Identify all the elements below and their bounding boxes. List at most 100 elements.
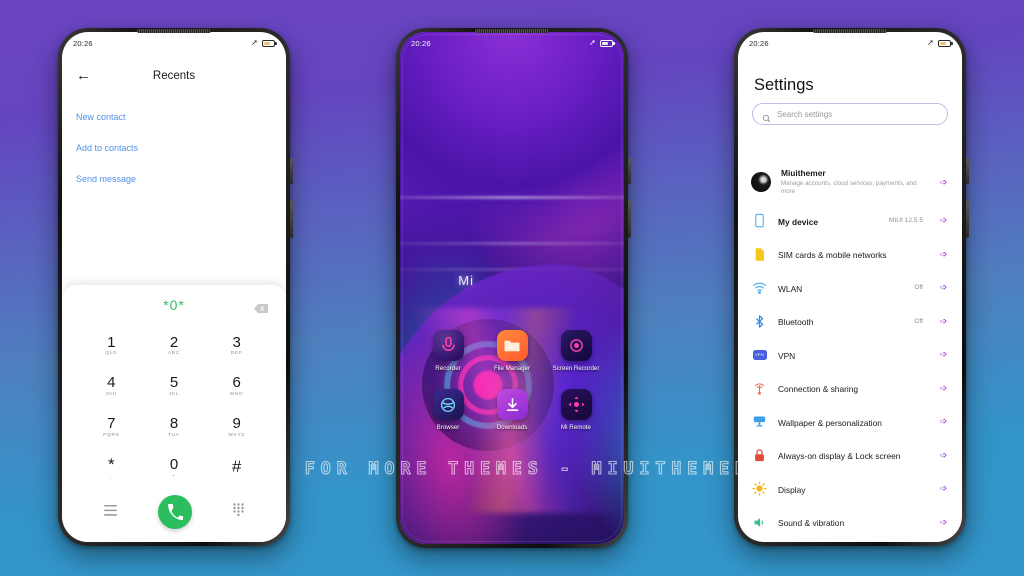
- account-name: Miuithemer: [781, 167, 826, 178]
- settings-label: My device: [778, 216, 819, 227]
- search-input[interactable]: Search settings: [777, 110, 832, 119]
- key-number: 5: [169, 374, 179, 392]
- key-sublabel: +: [172, 473, 176, 479]
- volume-button[interactable]: [290, 158, 293, 184]
- app-label: Browser: [436, 424, 460, 432]
- connection-sharing-icon: [751, 380, 768, 397]
- settings-label: Bluetooth: [778, 317, 814, 328]
- phone-left-screen: 20:26 ➚ ← Recents New contact Add to con…: [62, 32, 286, 542]
- key-number: 9: [232, 415, 241, 432]
- chevron-right-icon[interactable]: ➩: [938, 316, 949, 327]
- back-arrow-icon[interactable]: ←: [76, 68, 96, 83]
- app-label: Recorder: [435, 365, 461, 372]
- wifi-icon: [751, 279, 768, 296]
- key-8[interactable]: 8 TUV: [143, 407, 206, 448]
- key-9[interactable]: 9 WXYZ: [205, 407, 268, 448]
- app-label: Mi Remote: [561, 424, 591, 432]
- key-sublabel: PQRS: [103, 432, 120, 438]
- link-new-contact[interactable]: New contact: [76, 101, 272, 132]
- link-send-message[interactable]: Send message: [76, 163, 272, 194]
- chevron-right-icon[interactable]: ➩: [938, 215, 949, 226]
- key-1[interactable]: 1 QLD: [80, 325, 143, 366]
- settings-row-connection-sharing[interactable]: Connection & sharing ➩: [738, 372, 962, 406]
- power-button[interactable]: [290, 200, 293, 238]
- settings-row-wlan[interactable]: WLAN Off ➩: [738, 271, 962, 305]
- key-5[interactable]: 5 JKL: [143, 366, 206, 407]
- key-7[interactable]: 7 PQRS: [80, 407, 143, 448]
- status-bar-left: 20:26 ➚: [62, 32, 286, 54]
- chevron-right-icon[interactable]: ➩: [938, 349, 949, 360]
- settings-row-always-on-display[interactable]: Always-on display & Lock screen ➩: [738, 439, 962, 473]
- key-sublabel: ,: [110, 474, 113, 480]
- app-downloads[interactable]: Downloads: [480, 389, 544, 432]
- settings-row-vpn[interactable]: VPN VPN ➩: [738, 338, 962, 372]
- app-recorder[interactable]: Recorder: [416, 330, 480, 373]
- app-label: Downloads: [496, 424, 528, 432]
- settings-label: VPN: [778, 350, 796, 361]
- dialer-display: *0*: [62, 285, 286, 325]
- home-wallpaper: Mi: [400, 32, 624, 544]
- chevron-right-icon[interactable]: ➩: [938, 177, 949, 188]
- call-button[interactable]: [157, 495, 192, 529]
- key-2[interactable]: 2 ABC: [143, 325, 206, 366]
- status-time: 20:26: [411, 38, 431, 48]
- key-star[interactable]: *,: [80, 447, 143, 488]
- key-number: *: [108, 454, 115, 474]
- key-3[interactable]: 3 DEF: [205, 325, 268, 366]
- settings-row-my-device[interactable]: My device MIUI 12.5.5 ➩: [738, 204, 962, 238]
- key-0[interactable]: 0 +: [143, 447, 206, 488]
- key-number: 2: [169, 333, 179, 351]
- settings-row-account[interactable]: Miuithemer Manage accounts, cloud servic…: [738, 160, 962, 204]
- settings-row-bluetooth[interactable]: Bluetooth Off ➩: [738, 305, 962, 339]
- settings-row-sound-vibration[interactable]: Sound & vibration ➩: [738, 506, 962, 540]
- link-add-to-contacts[interactable]: Add to contacts: [76, 132, 272, 163]
- search-icon: [762, 110, 771, 122]
- phone-right-screen: 20:26 ➚ Settings Search settings Miuithe…: [738, 32, 962, 542]
- home-app-grid: Recorder File Manager Screen Recorder Br…: [400, 330, 624, 433]
- key-4[interactable]: 4 GHI: [80, 366, 143, 407]
- key-number: 0: [169, 455, 179, 473]
- keypad-dots-icon[interactable]: [232, 503, 244, 521]
- volume-button[interactable]: [966, 158, 969, 184]
- battery-icon: [938, 39, 953, 47]
- backspace-icon[interactable]: [254, 300, 268, 313]
- phone-left: 20:26 ➚ ← Recents New contact Add to con…: [58, 28, 293, 546]
- settings-row-wallpaper[interactable]: Wallpaper & personalization ➩: [738, 405, 962, 439]
- search-settings-bar[interactable]: Search settings: [752, 103, 948, 125]
- sim-card-icon: [751, 246, 768, 263]
- key-sublabel: GHI: [106, 392, 117, 397]
- settings-row-display[interactable]: Display ➩: [738, 472, 962, 506]
- chevron-right-icon[interactable]: ➩: [938, 450, 949, 461]
- app-file-manager[interactable]: File Manager: [480, 330, 544, 373]
- power-button[interactable]: [966, 200, 969, 238]
- settings-list[interactable]: Miuithemer Manage accounts, cloud servic…: [738, 160, 962, 542]
- status-bar-right: 20:26 ➚: [738, 32, 962, 54]
- settings-label: Always-on display & Lock screen: [778, 451, 901, 462]
- key-number: 8: [169, 415, 179, 432]
- chevron-right-icon[interactable]: ➩: [938, 383, 949, 394]
- key-number: 4: [107, 374, 116, 392]
- settings-label: Wallpaper & personalization: [778, 417, 882, 428]
- menu-lines-icon[interactable]: [104, 503, 118, 521]
- settings-row-sim-cards[interactable]: SIM cards & mobile networks ➩: [738, 238, 962, 272]
- earpiece-speaker: [137, 29, 211, 33]
- power-button[interactable]: [628, 200, 631, 238]
- file-manager-icon: [496, 330, 528, 361]
- settings-label: WLAN: [778, 283, 803, 294]
- volume-button[interactable]: [628, 158, 631, 184]
- app-mi-remote[interactable]: Mi Remote: [544, 389, 608, 432]
- chevron-right-icon[interactable]: ➩: [938, 483, 949, 494]
- chevron-right-icon[interactable]: ➩: [938, 416, 949, 427]
- chevron-right-icon[interactable]: ➩: [938, 282, 949, 293]
- key-hash[interactable]: #: [205, 447, 268, 488]
- app-browser[interactable]: Browser: [416, 389, 480, 432]
- page-title: Settings: [754, 76, 814, 94]
- phone-center-screen: Mi 20:26 ➚ Recorder File Manager Screen …: [400, 32, 624, 544]
- key-6[interactable]: 6 MNO: [205, 366, 268, 407]
- dial-keypad[interactable]: 1 QLD 2 ABC 3 DEF 4 GHI 5 JKL 6 MNO 7 PQRS 8 TUV…: [62, 325, 286, 488]
- settings-value: Off: [914, 284, 923, 292]
- app-screen-recorder[interactable]: Screen Recorder: [544, 330, 608, 373]
- chevron-right-icon[interactable]: ➩: [938, 249, 949, 260]
- settings-label: Sound & vibration: [778, 518, 845, 529]
- chevron-right-icon[interactable]: ➩: [938, 517, 949, 528]
